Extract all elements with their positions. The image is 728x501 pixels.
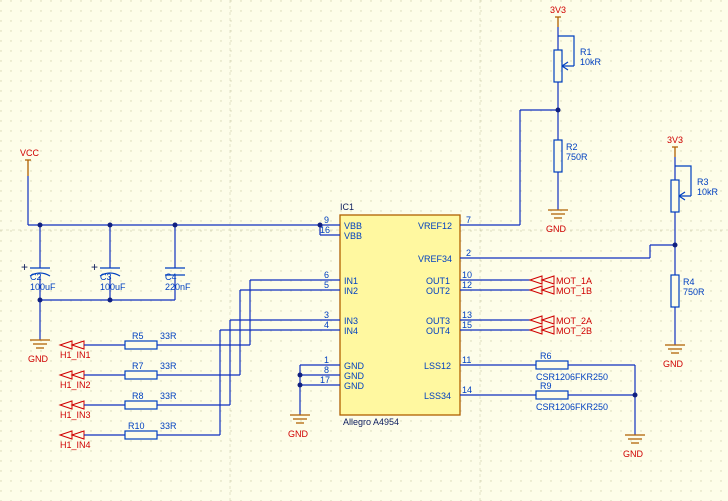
svg-text:IN3: IN3 bbox=[344, 316, 358, 326]
svg-text:H1_IN2: H1_IN2 bbox=[60, 380, 91, 390]
svg-text:OUT2: OUT2 bbox=[426, 286, 450, 296]
svg-text:10kR: 10kR bbox=[580, 57, 602, 67]
svg-text:220nF: 220nF bbox=[165, 282, 191, 292]
svg-text:R1: R1 bbox=[580, 47, 592, 57]
svg-text:GND: GND bbox=[546, 224, 567, 234]
svg-text:15: 15 bbox=[462, 320, 472, 330]
svg-text:OUT1: OUT1 bbox=[426, 276, 450, 286]
svg-text:10: 10 bbox=[462, 270, 472, 280]
svg-text:R10: R10 bbox=[128, 421, 145, 431]
svg-text:3V3: 3V3 bbox=[550, 5, 566, 15]
ic1-ref: IC1 bbox=[340, 202, 354, 212]
svg-text:33R: 33R bbox=[160, 331, 177, 341]
svg-text:H1_IN1: H1_IN1 bbox=[60, 350, 91, 360]
svg-text:GND: GND bbox=[663, 359, 684, 369]
svg-text:33R: 33R bbox=[160, 361, 177, 371]
svg-text:12: 12 bbox=[462, 280, 472, 290]
svg-text:100uF: 100uF bbox=[100, 282, 126, 292]
svg-text:R6: R6 bbox=[540, 351, 552, 361]
vcc-label: VCC bbox=[20, 148, 40, 158]
svg-text:IN1: IN1 bbox=[344, 276, 358, 286]
svg-text:R2: R2 bbox=[566, 142, 578, 152]
svg-text:8: 8 bbox=[324, 365, 329, 375]
svg-text:C3: C3 bbox=[100, 272, 112, 282]
svg-text:5: 5 bbox=[324, 280, 329, 290]
svg-text:MOT_2A: MOT_2A bbox=[556, 316, 592, 326]
ic1-part: Allegro A4954 bbox=[343, 417, 399, 427]
svg-text:C2: C2 bbox=[30, 272, 42, 282]
svg-text:R4: R4 bbox=[683, 277, 695, 287]
svg-text:R7: R7 bbox=[132, 361, 144, 371]
svg-text:6: 6 bbox=[324, 270, 329, 280]
svg-text:C4: C4 bbox=[165, 272, 177, 282]
svg-text:10kR: 10kR bbox=[697, 187, 719, 197]
svg-text:9: 9 bbox=[324, 215, 329, 225]
svg-text:VREF34: VREF34 bbox=[418, 254, 452, 264]
svg-text:OUT3: OUT3 bbox=[426, 316, 450, 326]
svg-text:14: 14 bbox=[462, 385, 472, 395]
svg-text:MOT_2B: MOT_2B bbox=[556, 326, 592, 336]
svg-text:GND: GND bbox=[344, 361, 365, 371]
svg-text:GND: GND bbox=[288, 429, 309, 439]
svg-text:LSS34: LSS34 bbox=[424, 391, 451, 401]
svg-text:R9: R9 bbox=[540, 381, 552, 391]
svg-text:LSS12: LSS12 bbox=[424, 361, 451, 371]
svg-text:33R: 33R bbox=[160, 391, 177, 401]
svg-text:MOT_1B: MOT_1B bbox=[556, 286, 592, 296]
svg-text:7: 7 bbox=[466, 215, 471, 225]
svg-text:1: 1 bbox=[324, 355, 329, 365]
svg-text:11: 11 bbox=[462, 355, 471, 365]
svg-text:IN2: IN2 bbox=[344, 286, 358, 296]
schematic: IC1 Allegro A4954 9VBB 16VBB 6IN1 5IN2 3… bbox=[0, 0, 728, 501]
svg-text:R3: R3 bbox=[697, 177, 709, 187]
svg-text:H1_IN4: H1_IN4 bbox=[60, 440, 91, 450]
svg-text:VBB: VBB bbox=[344, 231, 362, 241]
svg-text:VREF12: VREF12 bbox=[418, 221, 452, 231]
svg-text:750R: 750R bbox=[566, 152, 588, 162]
svg-text:100uF: 100uF bbox=[30, 282, 56, 292]
svg-text:4: 4 bbox=[324, 320, 329, 330]
svg-text:MOT_1A: MOT_1A bbox=[556, 276, 592, 286]
svg-text:+: + bbox=[91, 260, 98, 274]
svg-text:GND: GND bbox=[28, 354, 49, 364]
svg-text:3V3: 3V3 bbox=[667, 135, 683, 145]
svg-text:H1_IN3: H1_IN3 bbox=[60, 410, 91, 420]
svg-text:GND: GND bbox=[344, 371, 365, 381]
svg-text:CSR1206FKR250: CSR1206FKR250 bbox=[536, 402, 608, 412]
svg-text:R8: R8 bbox=[132, 391, 144, 401]
svg-text:13: 13 bbox=[462, 310, 472, 320]
svg-text:+: + bbox=[21, 260, 28, 274]
svg-text:750R: 750R bbox=[683, 287, 705, 297]
svg-text:OUT4: OUT4 bbox=[426, 326, 450, 336]
svg-text:33R: 33R bbox=[160, 421, 177, 431]
svg-text:R5: R5 bbox=[132, 331, 144, 341]
svg-text:GND: GND bbox=[344, 381, 365, 391]
svg-text:2: 2 bbox=[466, 248, 471, 258]
svg-text:3: 3 bbox=[324, 310, 329, 320]
svg-text:17: 17 bbox=[320, 375, 330, 385]
svg-text:GND: GND bbox=[623, 449, 644, 459]
svg-text:IN4: IN4 bbox=[344, 326, 358, 336]
ic1: IC1 Allegro A4954 9VBB 16VBB 6IN1 5IN2 3… bbox=[320, 202, 480, 427]
svg-text:VBB: VBB bbox=[344, 221, 362, 231]
